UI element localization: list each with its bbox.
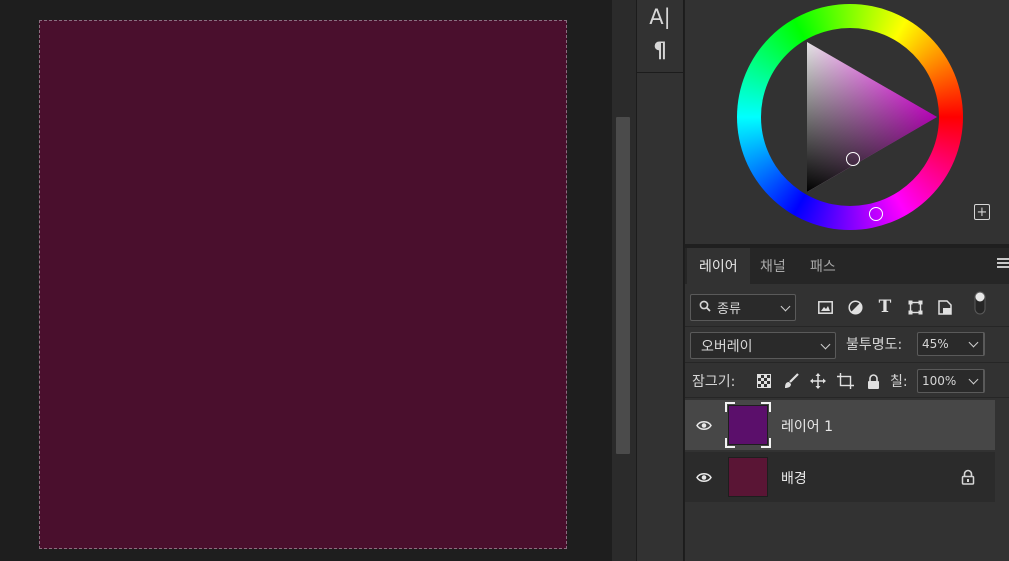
blend-mode-dropdown[interactable]: 오버레이 (690, 332, 836, 359)
fill-label: 칠: (890, 374, 908, 390)
lock-artboard-icon[interactable] (836, 372, 854, 390)
blend-mode-value: 오버레이 (701, 338, 753, 355)
color-panel: + (685, 0, 1009, 244)
shape-filter-icon[interactable] (906, 298, 924, 316)
filter-toggle-icon[interactable] (971, 291, 989, 315)
fill-dropdown-button[interactable] (964, 369, 984, 393)
lock-row: 잠그기: 칠: 100% (685, 362, 1009, 398)
lock-image-icon[interactable] (782, 372, 800, 390)
color-picker-marker[interactable] (846, 152, 860, 166)
document-canvas[interactable] (39, 20, 567, 549)
paragraph-panel-icon[interactable]: ¶ (645, 35, 675, 65)
blend-row: 오버레이 불투명도: 45% (685, 326, 1009, 362)
visibility-eye-icon[interactable] (696, 417, 712, 433)
tab-layers[interactable]: 레이어 (687, 248, 750, 284)
layer-name[interactable]: 레이어 1 (781, 416, 833, 436)
search-icon (699, 300, 711, 316)
lock-position-icon[interactable] (809, 372, 827, 390)
filter-kind-dropdown[interactable]: 종류 (690, 294, 796, 321)
lock-all-icon[interactable] (864, 372, 882, 390)
chevron-down-icon (820, 339, 831, 350)
dock-icon-group: A| ¶ (637, 0, 683, 73)
layer-row[interactable]: 레이어 1 (685, 400, 995, 450)
scrollbar-thumb[interactable] (616, 117, 630, 454)
tab-channels[interactable]: 채널 (748, 248, 798, 284)
lock-label: 잠그기: (692, 374, 736, 390)
layer-lock-icon[interactable] (961, 469, 975, 485)
layers-tab-bar: 레이어 채널 패스 (685, 248, 1009, 284)
adjustment-filter-icon[interactable] (846, 298, 864, 316)
expand-color-panel-icon[interactable]: + (974, 204, 990, 220)
panel-menu-icon[interactable] (997, 258, 1009, 272)
panel-dock-strip: A| ¶ (636, 0, 684, 561)
filter-kind-label: 종류 (717, 302, 741, 317)
layers-scroll-gutter (995, 398, 1009, 561)
smart-object-filter-icon[interactable] (936, 298, 954, 316)
lock-transparent-icon[interactable] (755, 372, 773, 390)
opacity-label: 불투명도: (846, 337, 903, 353)
opacity-dropdown-button[interactable] (964, 332, 984, 356)
character-panel-icon[interactable]: A| (645, 2, 675, 32)
layer-thumbnail[interactable] (728, 405, 768, 445)
type-filter-icon[interactable]: T (876, 297, 894, 317)
saturation-value-triangle[interactable] (685, 0, 1009, 244)
image-filter-icon[interactable] (816, 298, 834, 316)
layer-row[interactable]: 배경 (685, 452, 995, 502)
layer-thumbnail[interactable] (728, 457, 768, 497)
layer-name[interactable]: 배경 (781, 468, 807, 488)
chevron-down-icon (780, 301, 791, 312)
tab-paths[interactable]: 패스 (798, 248, 848, 284)
hue-marker[interactable] (869, 207, 883, 221)
visibility-eye-icon[interactable] (696, 469, 712, 485)
layer-filter-row: 종류 T (685, 284, 1009, 326)
right-panels: + 레이어 채널 패스 종류 T 오버레이 불투명도: 45% 잠그기: 칠: … (685, 0, 1009, 561)
canvas-area[interactable] (0, 0, 612, 561)
